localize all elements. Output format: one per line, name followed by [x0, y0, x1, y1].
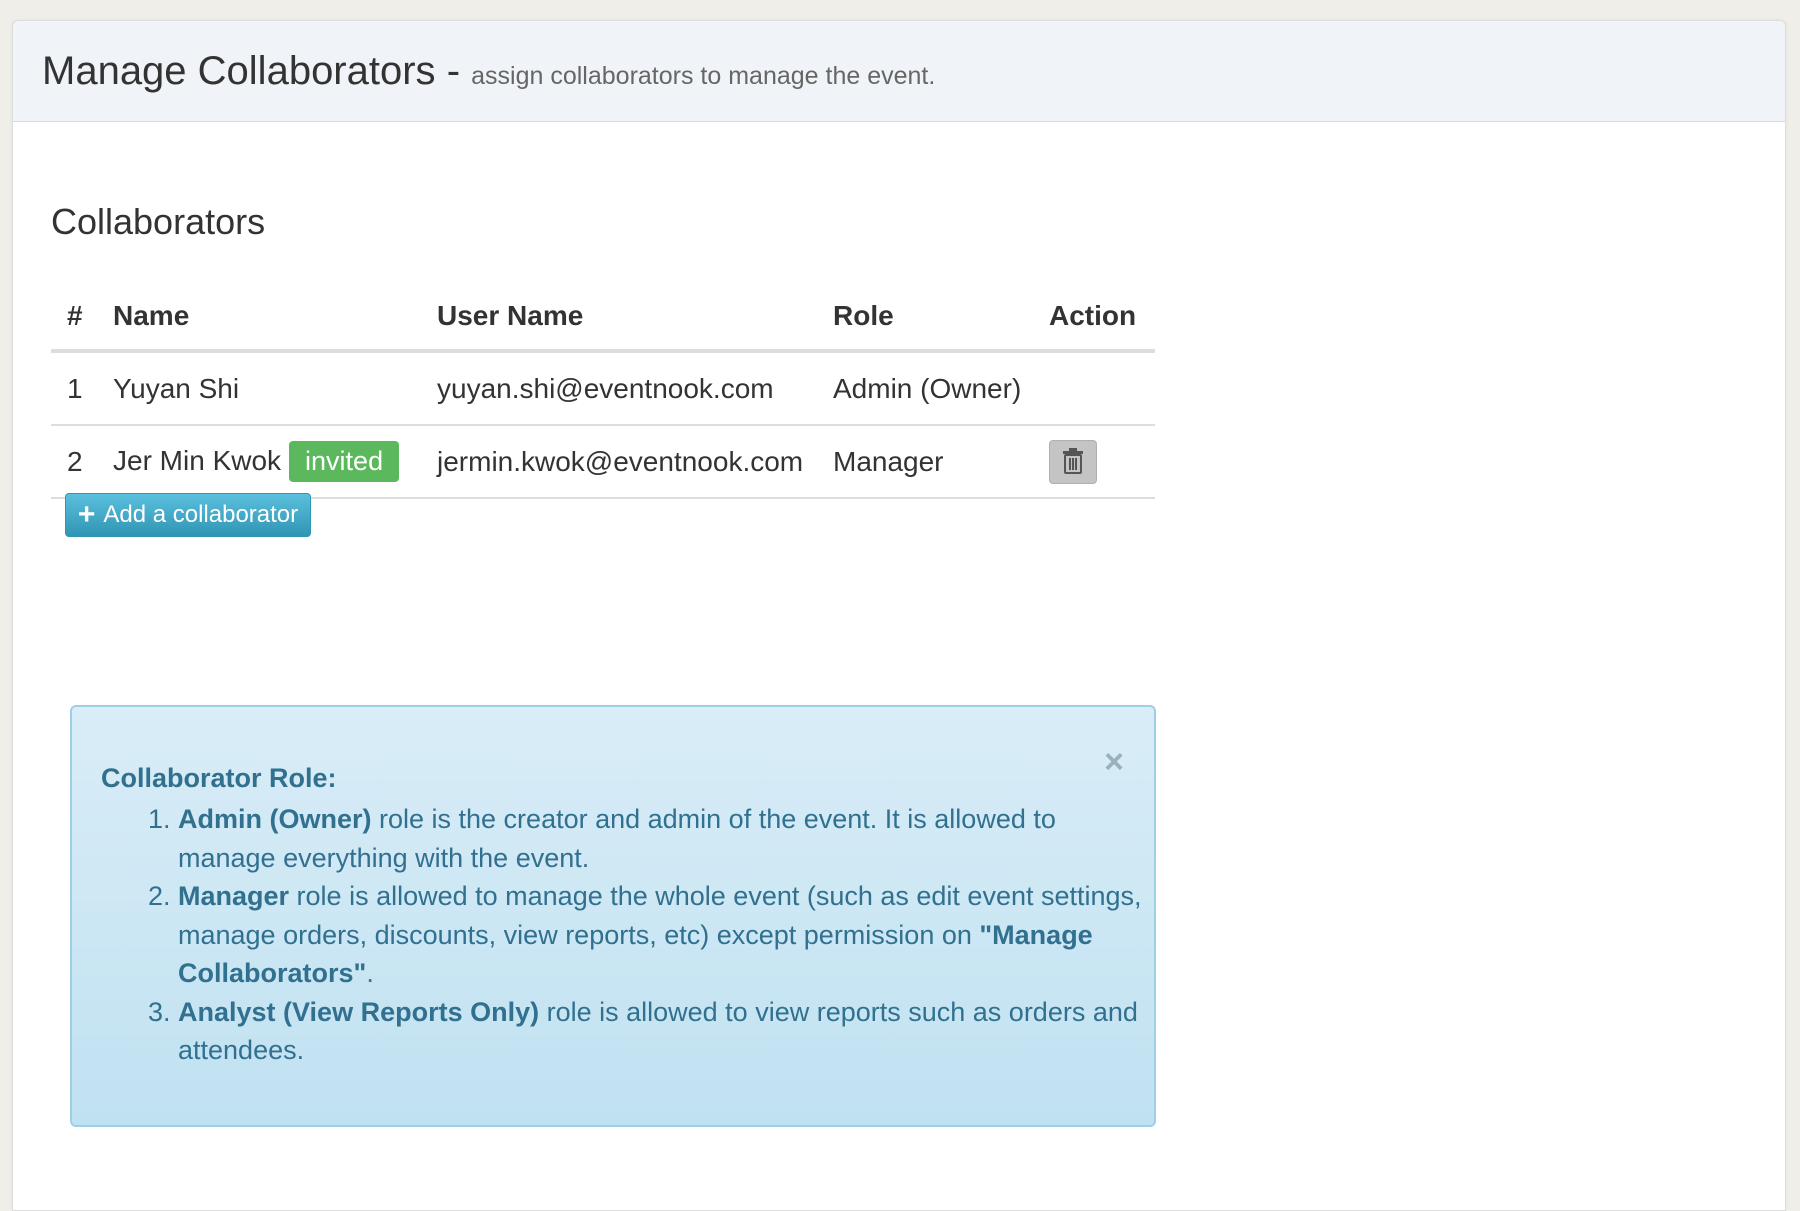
trash-icon: [1063, 447, 1083, 474]
collaborator-username: jermin.kwok@eventnook.com: [421, 425, 817, 499]
row-number: 2: [51, 425, 97, 499]
delete-collaborator-button[interactable]: [1049, 439, 1097, 484]
panel-header: Manage Collaborators - assign collaborat…: [13, 21, 1785, 122]
role-list: Admin (Owner) role is the creator and ad…: [101, 800, 1158, 1070]
add-collaborator-label: Add a collaborator: [103, 501, 299, 528]
page-subtitle: assign collaborators to manage the event…: [471, 62, 936, 90]
column-header-username: User Name: [421, 283, 817, 353]
collaborators-table: # Name User Name Role Action 1 Yuyan Shi…: [51, 283, 1155, 499]
manage-collaborators-panel: Manage Collaborators - assign collaborat…: [12, 20, 1786, 1211]
collaborator-role: Admin (Owner): [817, 351, 1033, 426]
role-item-manager: Manager role is allowed to manage the wh…: [178, 877, 1158, 993]
role-name: Manager: [178, 881, 290, 911]
table-header-row: # Name User Name Role Action: [51, 283, 1155, 353]
role-name: Analyst (View Reports Only): [178, 996, 540, 1027]
table-row: 2 Jer Min Kwok invited jermin.kwok@eventn…: [51, 425, 1155, 499]
collaborators-heading: Collaborators: [51, 201, 266, 242]
column-header-name: Name: [97, 283, 421, 353]
collaborator-role-info: Collaborator Role: × Admin (Owner) role …: [70, 705, 1156, 1127]
collaborator-role: Manager: [817, 425, 1033, 499]
action-cell: [1033, 425, 1155, 499]
column-header-number: #: [51, 283, 97, 353]
page-title-text: Manage Collaborators: [42, 49, 436, 93]
title-separator: -: [446, 49, 461, 93]
page-title: Manage Collaborators - assign collaborat…: [42, 49, 935, 94]
role-description-end: .: [366, 958, 374, 988]
column-header-role: Role: [817, 283, 1033, 353]
action-cell: [1033, 351, 1155, 426]
invited-badge: invited: [289, 441, 400, 482]
collaborator-username: yuyan.shi@eventnook.com: [421, 351, 817, 426]
add-collaborator-button[interactable]: + Add a collaborator: [65, 493, 311, 537]
collaborator-name: Yuyan Shi: [97, 351, 421, 426]
table-row: 1 Yuyan Shi yuyan.shi@eventnook.com Admi…: [51, 351, 1155, 426]
plus-icon: +: [77, 498, 96, 531]
close-icon[interactable]: ×: [1104, 743, 1124, 782]
row-number: 1: [51, 351, 97, 426]
info-title: Collaborator Role:: [101, 763, 337, 793]
collaborator-name: Jer Min Kwok: [113, 445, 282, 476]
role-item-admin: Admin (Owner) role is the creator and ad…: [178, 800, 1158, 877]
collaborator-name-cell: Jer Min Kwok invited: [97, 425, 421, 499]
column-header-action: Action: [1033, 283, 1155, 353]
role-name: Admin (Owner): [178, 804, 372, 834]
role-item-analyst: Analyst (View Reports Only) role is allo…: [178, 993, 1158, 1070]
